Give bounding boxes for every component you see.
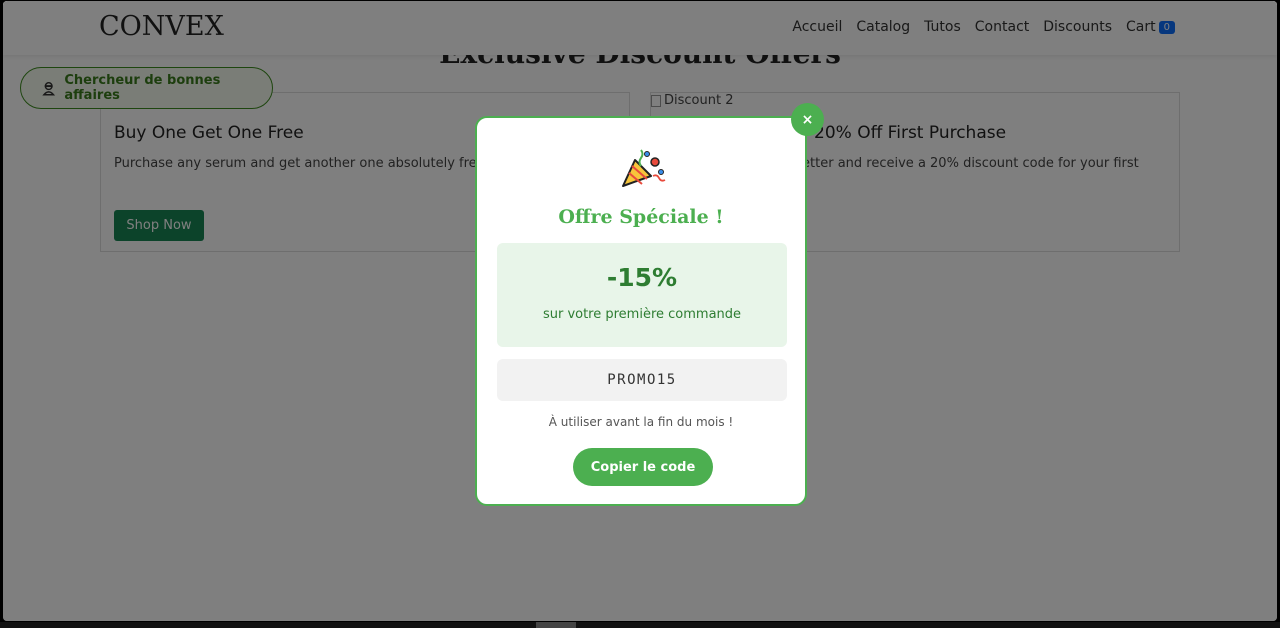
- bottom-scrollbar[interactable]: [0, 622, 1280, 628]
- close-button[interactable]: ×: [791, 103, 824, 136]
- discount-value: -15%: [606, 263, 678, 292]
- discount-box: -15% sur votre première commande: [497, 243, 787, 347]
- modal-title: Offre Spéciale !: [558, 206, 724, 228]
- browser-viewport: CONVEX Accueil Catalog Tutos Contact Dis…: [3, 1, 1277, 621]
- promo-code[interactable]: PROMO15: [497, 359, 787, 401]
- discount-subtitle: sur votre première commande: [542, 307, 742, 322]
- party-popper-icon: [622, 149, 666, 187]
- copy-code-button[interactable]: Copier le code: [573, 448, 713, 486]
- promo-note: À utiliser avant la fin du mois !: [548, 415, 734, 429]
- scrollbar-thumb[interactable]: [536, 622, 576, 628]
- promo-modal: × Offre Spéciale ! -15% sur votre premiè…: [475, 103, 824, 506]
